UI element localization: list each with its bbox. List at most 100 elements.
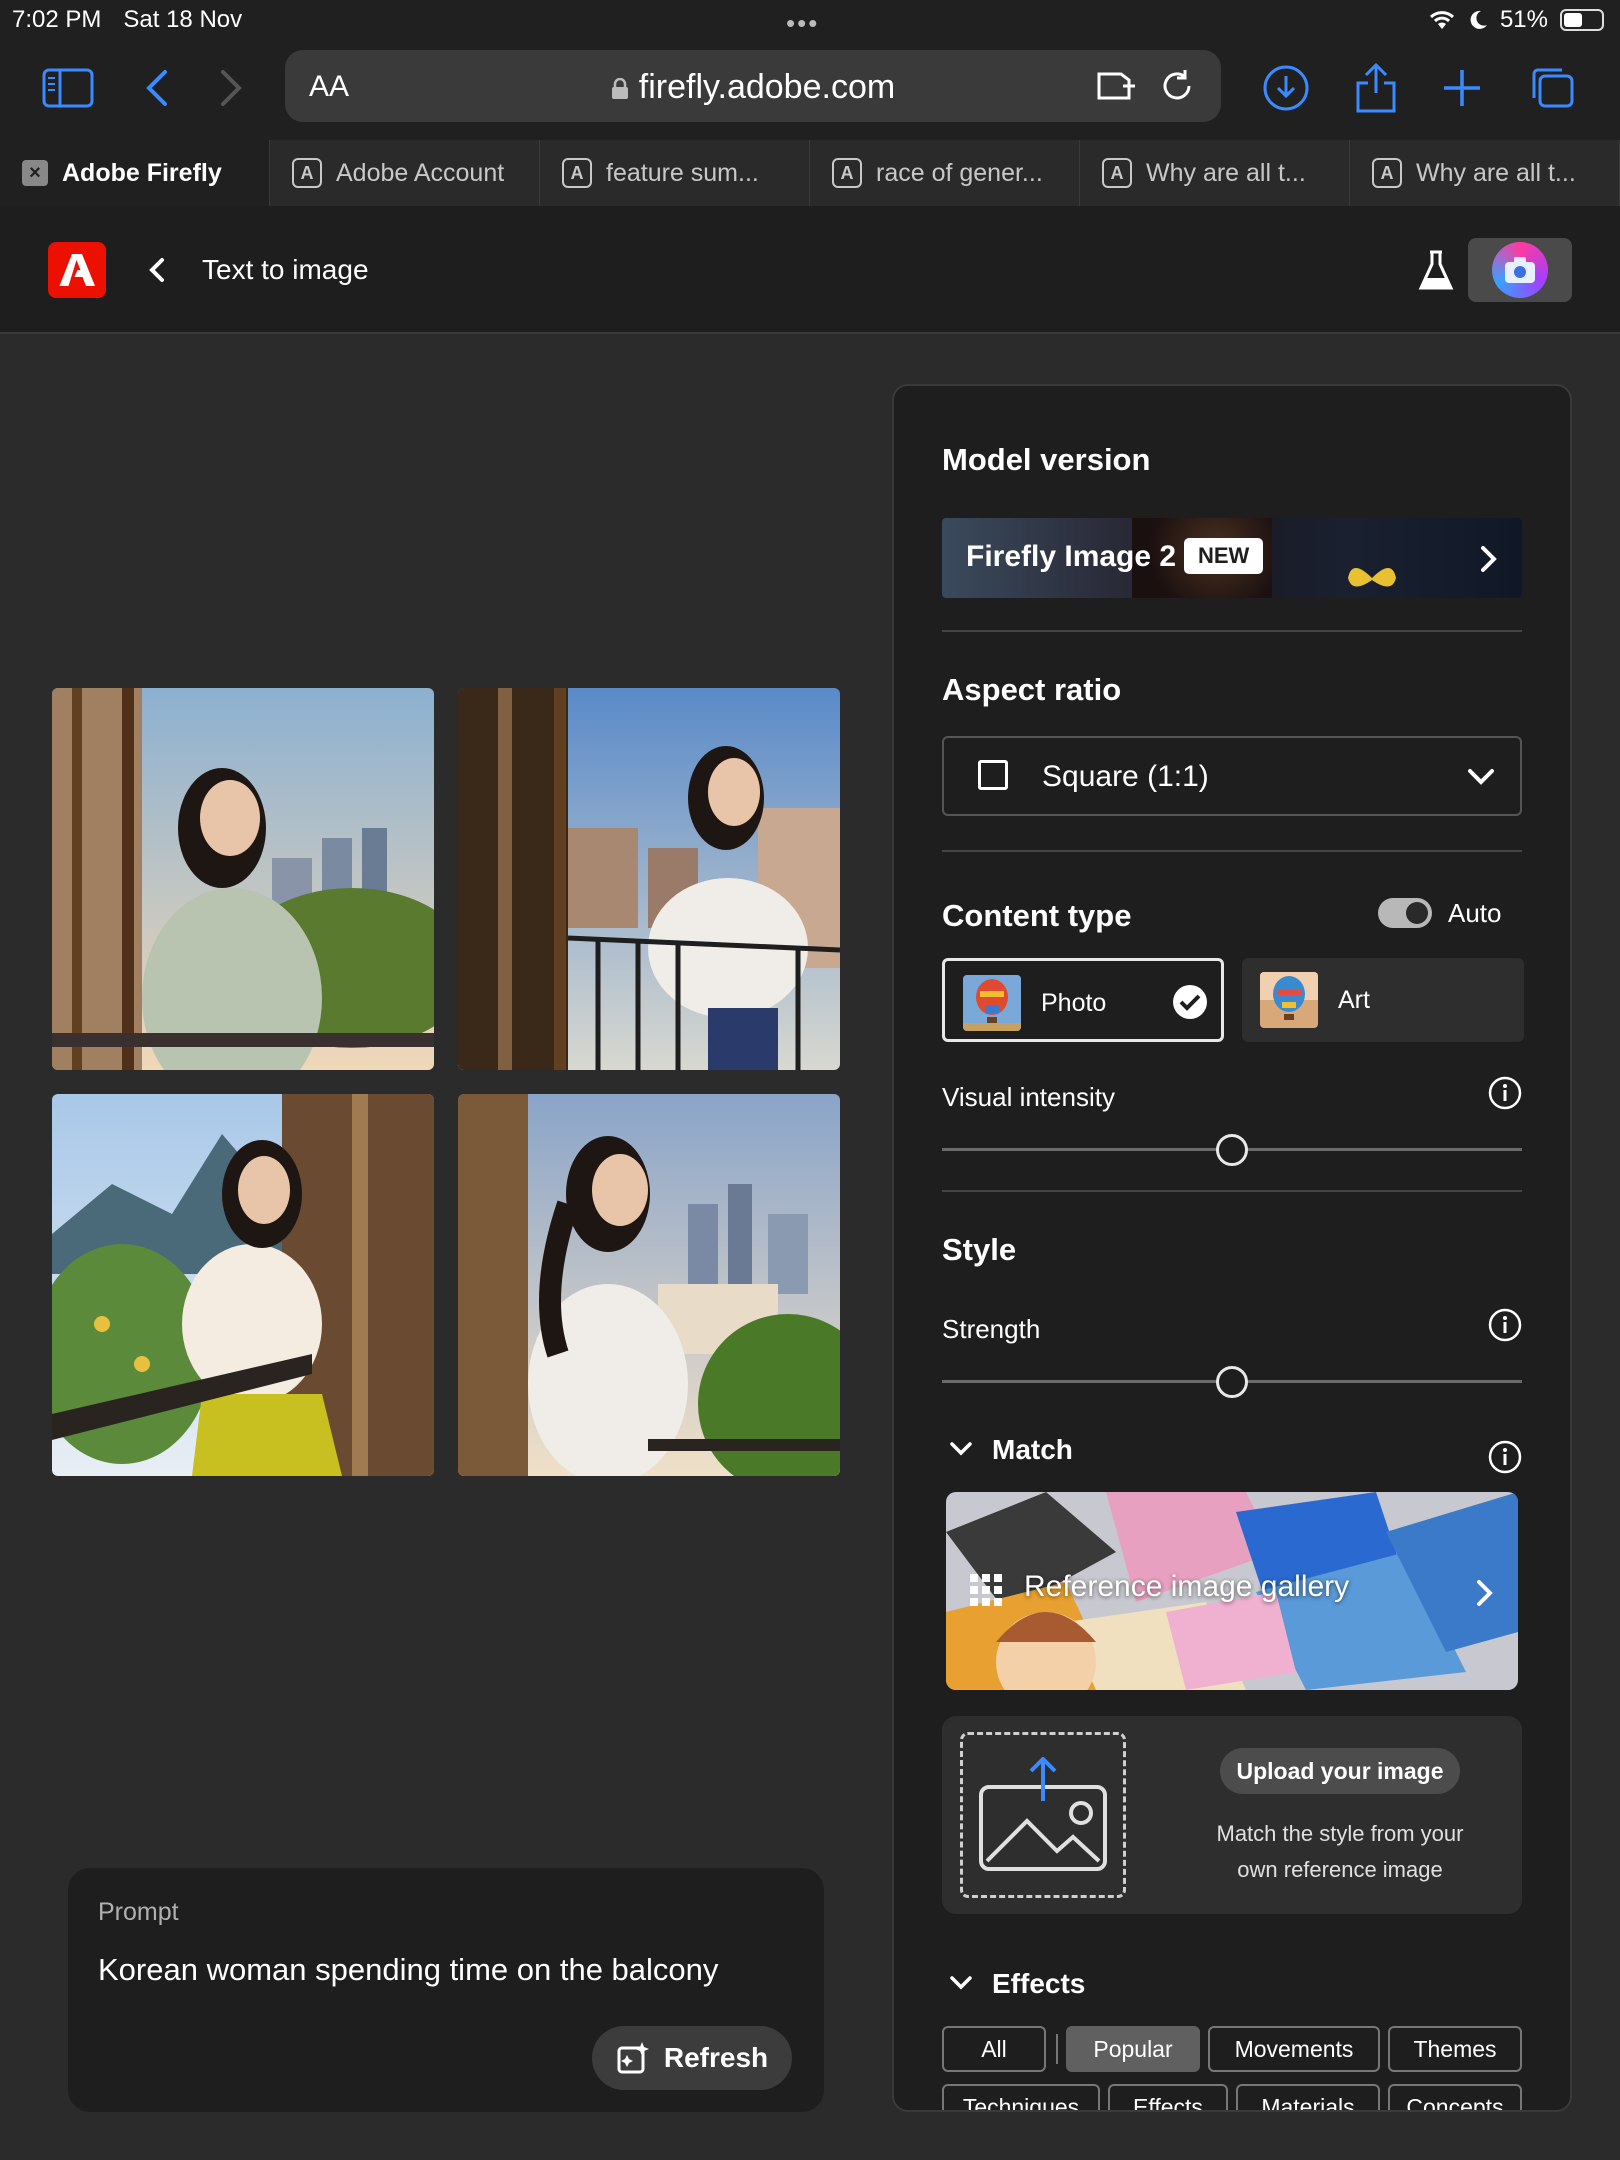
status-date: Sat 18 Nov [123, 6, 243, 33]
camera-icon [1505, 257, 1535, 283]
new-badge: NEW [1184, 538, 1264, 574]
upload-description-line2: own reference image [1237, 1857, 1443, 1882]
status-time: 7:02 PM [12, 6, 102, 33]
tab-why-are-all-1[interactable]: A Why are all t... [1080, 140, 1350, 206]
wifi-icon [1429, 11, 1454, 29]
adobe-favicon-icon: A [1102, 158, 1132, 188]
art-label: Art [1338, 986, 1370, 1014]
chip-concepts[interactable]: Concepts [1388, 2084, 1522, 2110]
content-type-art[interactable]: Art [1242, 958, 1524, 1042]
moon-icon [1470, 10, 1487, 29]
flask-icon[interactable] [1418, 250, 1454, 292]
image-upload-icon [979, 1757, 1107, 1871]
content-type-title: Content type [942, 898, 1132, 933]
chevron-right-icon [1477, 1580, 1493, 1606]
divider [942, 850, 1522, 852]
chevron-down-icon[interactable] [948, 1436, 974, 1462]
new-tab-icon[interactable] [1434, 60, 1490, 116]
style-title: Style [942, 1232, 1017, 1267]
aspect-ratio-value: Square (1:1) [1042, 760, 1209, 793]
model-version-selector[interactable]: Firefly Image 2 NEW [942, 518, 1522, 598]
tab-feature-summary[interactable]: A feature sum... [540, 140, 810, 206]
tab-overview-icon[interactable] [1524, 60, 1580, 116]
match-title[interactable]: Match [992, 1434, 1073, 1466]
effects-title[interactable]: Effects [992, 1968, 1085, 2000]
adobe-logo-icon[interactable] [48, 242, 106, 298]
reference-gallery-label: Reference image gallery [1024, 1570, 1350, 1603]
upload-description-line1: Match the style from your [1216, 1821, 1464, 1846]
prompt-panel: Prompt Korean woman spending time on the… [68, 1868, 824, 2112]
adobe-favicon-icon: A [832, 158, 862, 188]
generated-image-4[interactable] [458, 1094, 840, 1476]
model-name: Firefly Image 2 [966, 540, 1177, 573]
visual-intensity-label: Visual intensity [942, 1082, 1115, 1112]
close-icon[interactable]: × [22, 160, 48, 186]
chip-techniques[interactable]: Techniques [942, 2084, 1100, 2110]
refresh-button[interactable]: Refresh [592, 2026, 792, 2090]
chip-materials[interactable]: Materials [1236, 2084, 1380, 2110]
adobe-favicon-icon: A [562, 158, 592, 188]
strength-label: Strength [942, 1314, 1041, 1344]
tab-why-are-all-2[interactable]: A Why are all t... [1350, 140, 1620, 206]
chevron-down-icon [1468, 769, 1494, 785]
visual-intensity-slider-handle[interactable] [1216, 1134, 1248, 1166]
divider [942, 630, 1522, 632]
model-version-title: Model version [942, 442, 1151, 477]
chip-effects[interactable]: Effects [1108, 2084, 1228, 2110]
content-type-photo[interactable]: Photo [942, 958, 1224, 1042]
prompt-input[interactable]: Korean woman spending time on the balcon… [98, 1952, 718, 1988]
reload-icon[interactable] [1157, 66, 1197, 111]
generated-image-3[interactable] [52, 1094, 434, 1476]
multitasking-dots-icon[interactable]: ••• [786, 8, 819, 39]
chip-themes[interactable]: Themes [1388, 2026, 1522, 2072]
back-icon[interactable] [128, 60, 184, 116]
sidebar-toggle-icon[interactable] [40, 60, 96, 116]
reference-image-gallery-button[interactable]: Reference image gallery [946, 1492, 1518, 1690]
adobe-favicon-icon: A [1372, 158, 1402, 188]
chip-all[interactable]: All [942, 2026, 1046, 2072]
info-icon[interactable] [1488, 1440, 1522, 1474]
chip-popular[interactable]: Popular [1066, 2026, 1200, 2072]
extensions-icon[interactable] [1095, 66, 1139, 111]
chip-separator [1056, 2034, 1058, 2064]
upload-image-button[interactable]: Upload your image [1220, 1748, 1460, 1794]
generated-image-1[interactable] [52, 688, 434, 1070]
back-arrow-icon[interactable] [144, 250, 174, 290]
settings-panel: Model version Firefly Image 2 NEW Aspect… [892, 384, 1572, 2112]
prompt-label: Prompt [98, 1898, 179, 1926]
balloon-thumbnail [963, 975, 1021, 1031]
divider [942, 1190, 1522, 1192]
generated-image-2[interactable] [458, 688, 840, 1070]
forward-icon[interactable] [204, 60, 260, 116]
butterfly-decoration [1348, 568, 1396, 587]
avatar [1492, 242, 1548, 298]
battery-icon [1560, 9, 1604, 31]
auto-label: Auto [1448, 898, 1502, 928]
upload-reference-card: Upload your image Match the style from y… [942, 1716, 1522, 1914]
aspect-ratio-dropdown[interactable]: Square (1:1) [942, 736, 1522, 816]
tab-race-of-generative[interactable]: A race of gener... [810, 140, 1080, 206]
browser-tabs: × Adobe Firefly A Adobe Account A featur… [0, 140, 1620, 206]
checkmark-icon [1173, 985, 1207, 1019]
upload-dropzone[interactable] [960, 1732, 1126, 1898]
sparkle-refresh-icon [617, 2042, 649, 2074]
chip-movements[interactable]: Movements [1208, 2026, 1380, 2072]
chevron-down-icon[interactable] [948, 1970, 974, 1996]
tab-adobe-firefly[interactable]: × Adobe Firefly [0, 140, 270, 206]
battery-percent: 51% [1499, 6, 1548, 33]
aspect-ratio-title: Aspect ratio [942, 672, 1122, 707]
url-text: firefly.adobe.com [638, 68, 896, 106]
downloads-icon[interactable] [1258, 60, 1314, 116]
grid-icon [970, 1574, 1002, 1606]
balloon-art-thumbnail [1260, 972, 1318, 1028]
share-icon[interactable] [1348, 60, 1404, 116]
strength-slider-handle[interactable] [1216, 1366, 1248, 1398]
auto-toggle[interactable] [1378, 898, 1432, 928]
square-icon [978, 760, 1008, 790]
profile-button[interactable] [1468, 238, 1572, 302]
tab-adobe-account[interactable]: A Adobe Account [270, 140, 540, 206]
info-icon[interactable] [1488, 1076, 1522, 1110]
info-icon[interactable] [1488, 1308, 1522, 1342]
photo-label: Photo [1041, 989, 1107, 1017]
address-bar[interactable]: AA firefly.adobe.com [285, 50, 1221, 122]
